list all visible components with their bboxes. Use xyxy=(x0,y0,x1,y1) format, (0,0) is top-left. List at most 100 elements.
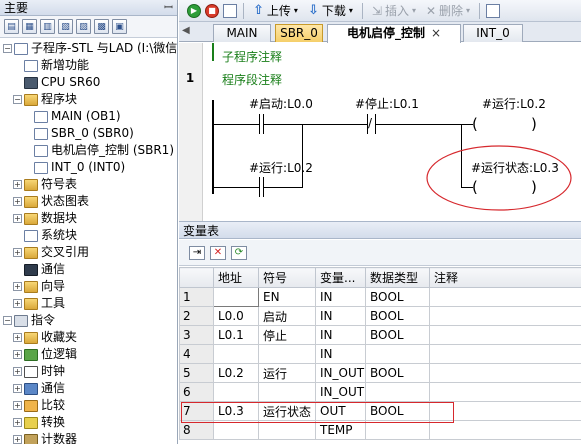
tree-item[interactable]: + 计数器 xyxy=(0,431,177,444)
list-view-icon[interactable]: ▤ xyxy=(4,19,19,34)
address-cell[interactable] xyxy=(213,420,259,440)
symbol-cell[interactable]: 运行 xyxy=(258,363,316,383)
expand-icon[interactable]: + xyxy=(13,435,22,444)
table-row[interactable]: 4 IN xyxy=(179,344,581,364)
var-type-cell[interactable]: IN xyxy=(315,306,366,326)
column-header[interactable]: 数据类型 xyxy=(365,267,430,288)
tree-item[interactable]: + 数据块 xyxy=(0,210,177,227)
var-type-cell[interactable]: IN xyxy=(315,344,366,364)
tree-item[interactable]: + 转换 xyxy=(0,414,177,431)
tree-item[interactable]: + 通信 xyxy=(0,380,177,397)
download-button[interactable]: ⇩ 下载 ▾ xyxy=(305,2,356,20)
comment-cell[interactable] xyxy=(429,363,581,383)
tree-item[interactable]: + 工具 xyxy=(0,295,177,312)
comment-cell[interactable] xyxy=(429,287,581,307)
contact-stop-right[interactable] xyxy=(375,114,376,134)
symbol-cell[interactable] xyxy=(258,344,316,364)
comment-cell[interactable] xyxy=(429,344,581,364)
delete-row-icon[interactable]: ✕ xyxy=(210,245,226,260)
address-cell[interactable]: L0.1 xyxy=(213,325,259,345)
column-header[interactable]: 变量... xyxy=(315,267,366,288)
table-row[interactable]: 5 L0.2 运行 IN_OUT BOOL xyxy=(179,363,581,383)
table-row[interactable]: 3 L0.1 停止 IN BOOL xyxy=(179,325,581,345)
contact-run-label[interactable]: #运行:L0.2 xyxy=(249,159,313,176)
tab-motor-control[interactable]: 电机启停_控制 × xyxy=(327,24,461,43)
tree-item[interactable]: + 向导 xyxy=(0,278,177,295)
table-row[interactable]: 2 L0.0 启动 IN BOOL xyxy=(179,306,581,326)
contact-run-left[interactable] xyxy=(259,177,260,197)
compile-icon[interactable] xyxy=(223,3,237,18)
symbol-cell[interactable]: 启动 xyxy=(258,306,316,326)
expand-icon[interactable]: + xyxy=(13,401,22,410)
address-cell[interactable] xyxy=(213,382,259,402)
new-icon[interactable]: ▦ xyxy=(22,19,37,34)
tree-item[interactable]: 系统块 xyxy=(0,227,177,244)
expand-icon[interactable]: + xyxy=(13,299,22,308)
address-cell[interactable]: L0.2 xyxy=(213,363,259,383)
expand-icon[interactable]: + xyxy=(13,418,22,427)
table-row[interactable]: 8 TEMP xyxy=(179,420,581,440)
expand-icon[interactable]: + xyxy=(13,384,22,393)
tab-int0[interactable]: INT_0 xyxy=(463,24,523,42)
subroutine-comment[interactable]: 子程序注释 xyxy=(222,48,282,65)
coil-run-left[interactable]: ( xyxy=(472,115,478,133)
tree-item[interactable]: + 比较 xyxy=(0,397,177,414)
print-icon[interactable]: ▥ xyxy=(40,19,55,34)
coil-run-right[interactable]: ) xyxy=(531,115,537,133)
network-comment[interactable]: 程序段注释 xyxy=(222,71,282,88)
data-type-cell[interactable] xyxy=(365,382,430,402)
run-icon[interactable]: ▶ xyxy=(187,3,201,18)
expand-icon[interactable]: + xyxy=(13,282,22,291)
comment-cell[interactable] xyxy=(429,420,581,440)
tree-item[interactable]: 新增功能 xyxy=(0,57,177,74)
comment-cell[interactable] xyxy=(429,306,581,326)
var-type-cell[interactable]: TEMP xyxy=(315,420,366,440)
tree-item[interactable]: − 程序块 xyxy=(0,91,177,108)
data-type-cell[interactable]: BOOL xyxy=(365,363,430,383)
tree-item[interactable]: MAIN (OB1) xyxy=(0,108,177,125)
var-type-cell[interactable]: IN_OUT xyxy=(315,363,366,383)
column-header[interactable]: 符号 xyxy=(258,267,316,288)
expand-icon[interactable]: + xyxy=(13,367,22,376)
contact-start-left[interactable] xyxy=(259,114,260,134)
address-cell[interactable] xyxy=(213,344,259,364)
collapse-icon[interactable]: − xyxy=(13,95,22,104)
tree-item[interactable]: + 符号表 xyxy=(0,176,177,193)
tab-close-icon[interactable]: × xyxy=(431,26,441,40)
tree-item[interactable]: INT_0 (INT0) xyxy=(0,159,177,176)
symbol-cell[interactable]: 停止 xyxy=(258,325,316,345)
table-row[interactable]: 6 IN_OUT xyxy=(179,382,581,402)
data-type-cell[interactable] xyxy=(365,344,430,364)
scroll-left-icon[interactable]: ◀ xyxy=(182,25,190,36)
contact-run-right[interactable] xyxy=(263,177,264,197)
expand-icon[interactable]: + xyxy=(13,248,22,257)
tab-main[interactable]: MAIN xyxy=(213,24,271,42)
refresh-icon[interactable]: ⟳ xyxy=(231,245,247,260)
symbol-cell[interactable]: EN xyxy=(258,287,316,307)
collapse-icon[interactable]: − xyxy=(3,316,12,325)
collapse-icon[interactable]: − xyxy=(3,44,12,53)
tree-item[interactable]: + 交叉引用 xyxy=(0,244,177,261)
data-type-cell[interactable]: BOOL xyxy=(365,325,430,345)
upload-button[interactable]: ⇧ 上传 ▾ xyxy=(250,2,301,20)
insert-row-icon[interactable]: ⇥ xyxy=(189,245,205,260)
contact-start-right[interactable] xyxy=(263,114,264,134)
data-type-cell[interactable] xyxy=(365,420,430,440)
symbol-cell[interactable] xyxy=(258,420,316,440)
data-type-cell[interactable]: BOOL xyxy=(365,306,430,326)
tree-item[interactable]: − 指令 xyxy=(0,312,177,329)
settings-icon[interactable]: ▣ xyxy=(112,19,127,34)
var-type-cell[interactable]: IN xyxy=(315,325,366,345)
contact-start-label[interactable]: #启动:L0.0 xyxy=(249,95,313,112)
stop-icon[interactable]: ■ xyxy=(205,3,219,18)
expand-icon[interactable]: + xyxy=(13,350,22,359)
table-row[interactable]: 1 EN IN BOOL xyxy=(179,287,581,307)
copy-icon[interactable]: ▨ xyxy=(76,19,91,34)
expand-icon[interactable]: + xyxy=(13,214,22,223)
var-type-cell[interactable]: IN_OUT xyxy=(315,382,366,402)
tree-item[interactable]: SBR_0 (SBR0) xyxy=(0,125,177,142)
cut-icon[interactable]: ▧ xyxy=(58,19,73,34)
tab-sbr0[interactable]: SBR_0 xyxy=(275,24,323,42)
data-type-cell[interactable]: BOOL xyxy=(365,287,430,307)
var-type-cell[interactable]: IN xyxy=(315,287,366,307)
